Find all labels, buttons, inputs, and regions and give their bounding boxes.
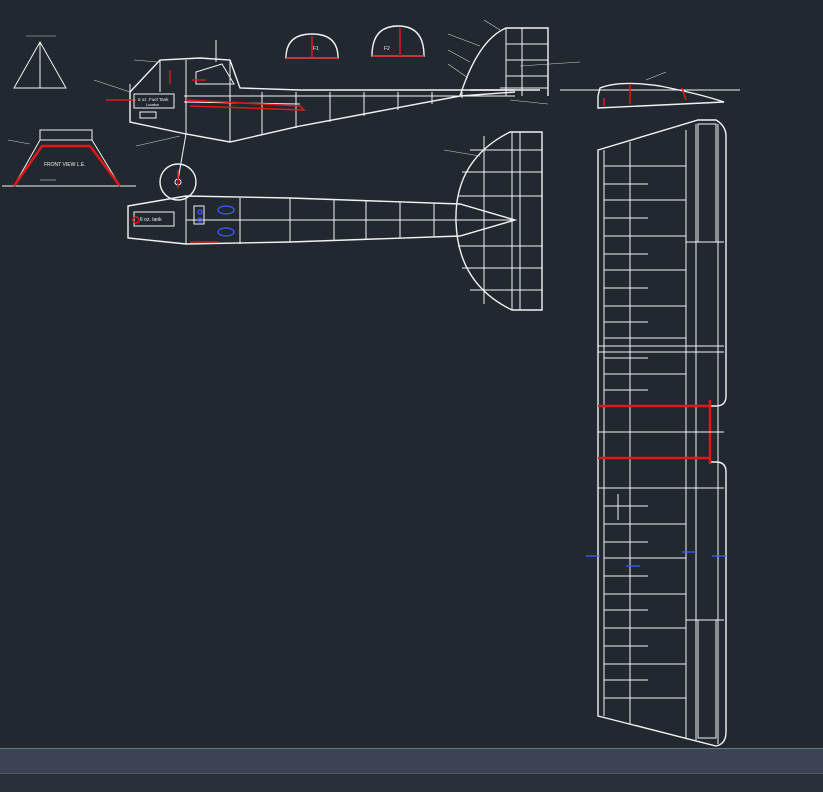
fuel-tank-plan-label: 6 oz. tank — [140, 217, 162, 223]
tripod-detail — [13, 35, 67, 89]
command-line-bar[interactable] — [0, 748, 823, 773]
horizontal-stabilizer — [443, 131, 543, 311]
front-view-label: FRONT VIEW L.E. — [44, 162, 86, 168]
fuselage-side-view: 6 oz. Fuel Tank Location — [93, 19, 581, 201]
former-f2: F2 — [371, 25, 425, 57]
former-f1-label: F1 — [313, 46, 319, 52]
fuel-tank-label: 6 oz. Fuel Tank — [138, 97, 169, 102]
airfoil-rib — [560, 71, 740, 109]
former-f2-label: F2 — [384, 46, 390, 52]
command-input[interactable] — [6, 752, 810, 770]
wing-plan-view — [586, 119, 727, 747]
wing-ribs-upper — [604, 165, 724, 391]
status-bar — [0, 773, 823, 792]
front-view-le-detail: FRONT VIEW L.E. — [2, 129, 136, 187]
fuel-tank-sublabel: Location — [146, 103, 159, 107]
wing-ribs-lower — [604, 494, 724, 699]
cad-drawing-canvas[interactable]: FRONT VIEW L.E. 6 oz. Fuel Tank Location… — [0, 0, 823, 748]
former-f1: F1 — [285, 33, 339, 59]
